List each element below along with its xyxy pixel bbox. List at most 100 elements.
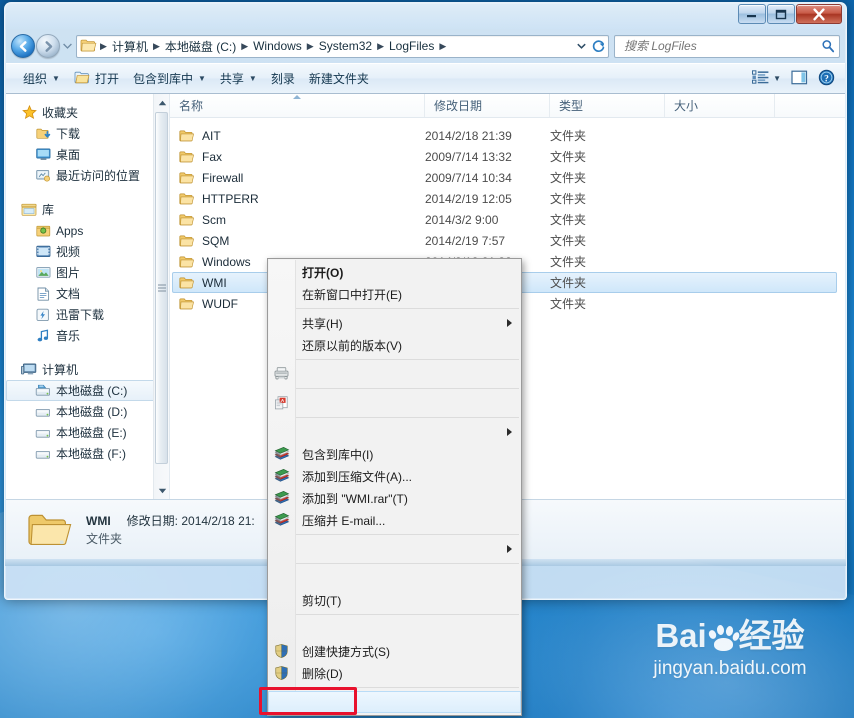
menu-separator	[296, 388, 519, 389]
table-row[interactable]: SQM 2014/2/19 7:57 文件夹	[170, 230, 845, 251]
menu-item-acrobat-combine[interactable]: A	[268, 392, 521, 414]
tree-gap	[6, 188, 169, 199]
tree-node-computer[interactable]: 计算机	[6, 359, 169, 380]
tree-label: 库	[42, 203, 55, 217]
tree-label: 本地磁盘 (C:)	[56, 384, 128, 398]
menu-item-label: 在新窗口中打开(E)	[302, 287, 402, 302]
help-button[interactable]: ?	[814, 67, 839, 90]
breadcrumb-item-4[interactable]: LogFiles	[385, 37, 438, 55]
preview-pane-button[interactable]	[787, 67, 812, 90]
column-header-type[interactable]: 类型	[550, 94, 665, 117]
column-header-size[interactable]: 大小	[665, 94, 775, 117]
sidebar-item-videos[interactable]: 视频	[6, 241, 169, 262]
sidebar-item-recent-places[interactable]: 最近访问的位置	[6, 165, 169, 186]
breadcrumb[interactable]: ▶ 计算机 ▶ 本地磁盘 (C:) ▶ Windows ▶ System32 ▶…	[76, 34, 609, 58]
sidebar-item-downloads[interactable]: 下载	[6, 123, 169, 144]
menu-item-share[interactable]: 共享(H)	[268, 312, 521, 334]
menu-item-copy[interactable]: 剪切(T)	[268, 589, 521, 611]
breadcrumb-separator: ▶	[439, 40, 447, 51]
sidebar-item-thunder-download[interactable]: 迅雷下载	[6, 304, 169, 325]
file-type-cell: 文件夹	[550, 129, 587, 143]
sidebar-item-local-disk-f[interactable]: 本地磁盘 (F:)	[6, 443, 169, 464]
title-bar[interactable]	[5, 3, 846, 29]
scrollbar-thumb[interactable]	[155, 112, 168, 464]
file-date-cell: 2014/2/18 21:39	[425, 128, 512, 143]
menu-item-label: 添加到压缩文件(A)...	[302, 469, 412, 484]
breadcrumb-item-1[interactable]: 本地磁盘 (C:)	[161, 36, 240, 57]
menu-item-360-force-delete[interactable]	[268, 363, 521, 385]
sidebar-item-music[interactable]: 音乐	[6, 325, 169, 346]
search-icon[interactable]	[820, 39, 836, 53]
menu-item-add-to-archive[interactable]: 包含到库中(I)	[268, 443, 521, 465]
menu-item-cut[interactable]	[268, 567, 521, 589]
file-type-cell: 文件夹	[550, 213, 587, 227]
sidebar-item-documents[interactable]: 文档	[6, 283, 169, 304]
menu-item-delete[interactable]: 创建快捷方式(S)	[268, 640, 521, 662]
details-date-label: 修改日期:	[126, 513, 178, 528]
organize-button[interactable]: 组织 ▼	[16, 67, 67, 90]
sidebar-item-local-disk-e[interactable]: 本地磁盘 (E:)	[6, 422, 169, 443]
menu-item-restore-previous-versions[interactable]: 还原以前的版本(V)	[268, 334, 521, 356]
scroll-down-arrow[interactable]	[154, 482, 169, 499]
table-row[interactable]: Firewall 2009/7/14 10:34 文件夹	[170, 167, 845, 188]
include-in-library-button[interactable]: 包含到库中 ▼	[126, 67, 213, 90]
tree-node-favorites[interactable]: 收藏夹	[6, 102, 169, 123]
table-row[interactable]: AIT 2014/2/18 21:39 文件夹	[170, 125, 845, 146]
menu-item-properties[interactable]	[268, 691, 521, 713]
new-folder-button[interactable]: 新建文件夹	[302, 67, 376, 90]
share-button[interactable]: 共享 ▼	[213, 67, 264, 90]
navigation-pane-scrollbar[interactable]	[153, 94, 169, 499]
menu-item-compress-to-wmi-rar-and-email[interactable]: 压缩并 E-mail...	[268, 509, 521, 531]
search-box[interactable]	[614, 34, 840, 58]
file-type-cell: 文件夹	[550, 192, 587, 206]
breadcrumb-item-2[interactable]: Windows	[249, 37, 306, 55]
back-button[interactable]	[11, 34, 35, 58]
open-button[interactable]: 打开	[67, 67, 126, 90]
menu-item-open[interactable]: 打开(O)	[268, 261, 521, 283]
tree-node-libraries[interactable]: 库	[6, 199, 169, 220]
refresh-icon[interactable]	[590, 36, 607, 57]
new-folder-label: 新建文件夹	[308, 72, 369, 86]
file-date-cell: 2009/7/14 10:34	[425, 170, 512, 185]
column-header-date-modified[interactable]: 修改日期	[425, 94, 550, 117]
minimize-button[interactable]	[738, 4, 766, 24]
baidu-jingyan-watermark: Bai 经验 jingyan.baidu.com	[614, 616, 846, 708]
menu-item-include-in-library[interactable]	[268, 421, 521, 443]
column-header-name[interactable]: 名称	[170, 94, 425, 117]
tree-label: 图片	[56, 266, 81, 280]
sidebar-item-apps[interactable]: Apps	[6, 220, 169, 241]
sidebar-item-local-disk-c[interactable]: 本地磁盘 (C:)	[6, 380, 169, 401]
sidebar-item-local-disk-d[interactable]: 本地磁盘 (D:)	[6, 401, 169, 422]
folder-icon	[179, 276, 197, 290]
table-row[interactable]: Scm 2014/3/2 9:00 文件夹	[170, 209, 845, 230]
recent-locations-dropdown[interactable]	[61, 36, 73, 56]
menu-item-label: 打开(O)	[302, 265, 344, 280]
breadcrumb-separator: ▶	[100, 40, 107, 51]
menu-item-add-to-wmi-rar[interactable]: 添加到压缩文件(A)...	[268, 465, 521, 487]
menu-item-create-shortcut[interactable]	[268, 618, 521, 640]
forward-button[interactable]	[36, 34, 60, 58]
sidebar-item-desktop[interactable]: 桌面	[6, 144, 169, 165]
burn-button[interactable]: 刻录	[264, 67, 302, 90]
address-bar-row: ▶ 计算机 ▶ 本地磁盘 (C:) ▶ Windows ▶ System32 ▶…	[5, 29, 846, 63]
change-view-button[interactable]: ▼	[748, 67, 785, 90]
tree-label: 迅雷下载	[56, 308, 105, 322]
breadcrumb-item-3[interactable]: System32	[315, 37, 376, 55]
close-button[interactable]	[796, 4, 842, 24]
breadcrumb-item-0[interactable]: 计算机	[108, 36, 152, 57]
menu-separator	[296, 614, 519, 615]
chevron-down-icon[interactable]	[573, 36, 590, 57]
file-name: HTTPERR	[202, 191, 259, 206]
maximize-button[interactable]	[767, 4, 795, 24]
menu-item-send-to[interactable]	[268, 538, 521, 560]
table-row[interactable]: HTTPERR 2014/2/19 12:05 文件夹	[170, 188, 845, 209]
table-row[interactable]: Fax 2009/7/14 13:32 文件夹	[170, 146, 845, 167]
file-date-cell: 2009/7/14 13:32	[425, 149, 512, 164]
menu-item-open-in-new-window[interactable]: 在新窗口中打开(E)	[268, 283, 521, 305]
sidebar-item-pictures[interactable]: 图片	[6, 262, 169, 283]
scroll-up-arrow[interactable]	[154, 94, 169, 111]
search-input[interactable]	[622, 38, 820, 54]
tree-group-computer: 计算机 本地磁盘 (C:) 本地磁盘 (D:) 本地磁盘 (E:) 本地磁盘 (…	[6, 359, 169, 464]
menu-item-compress-and-email[interactable]: 添加到 "WMI.rar"(T)	[268, 487, 521, 509]
menu-item-rename[interactable]: 删除(D)	[268, 662, 521, 684]
